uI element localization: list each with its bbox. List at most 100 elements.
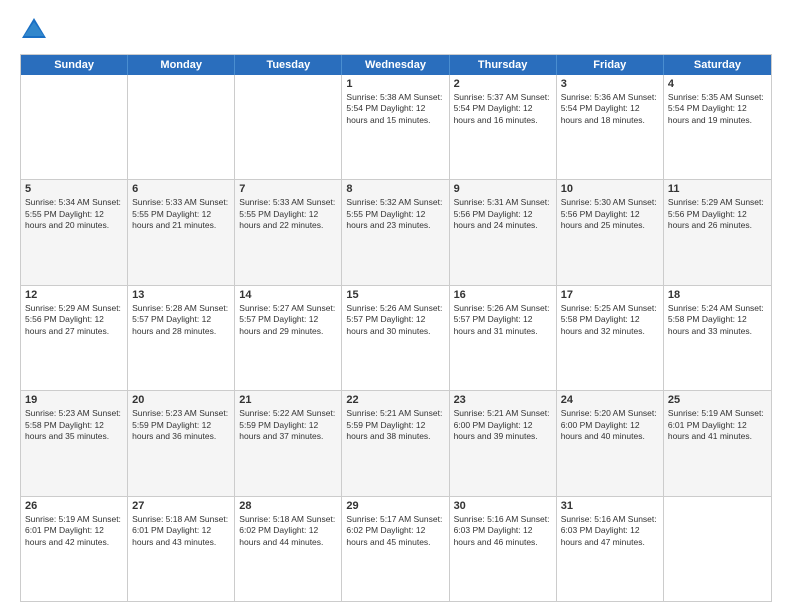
calendar-cell: 10 Sunrise: 5:30 AM Sunset: 5:56 PM Dayli… bbox=[557, 180, 664, 284]
cell-info: Sunrise: 5:20 AM Sunset: 6:00 PM Dayligh… bbox=[561, 408, 659, 442]
cell-info: Sunrise: 5:21 AM Sunset: 5:59 PM Dayligh… bbox=[346, 408, 444, 442]
day-number: 31 bbox=[561, 500, 659, 512]
calendar-cell: 31 Sunrise: 5:16 AM Sunset: 6:03 PM Dayli… bbox=[557, 497, 664, 601]
day-number: 12 bbox=[25, 289, 123, 301]
day-number: 8 bbox=[346, 183, 444, 195]
cell-info: Sunrise: 5:17 AM Sunset: 6:02 PM Dayligh… bbox=[346, 514, 444, 548]
day-number: 5 bbox=[25, 183, 123, 195]
cell-info: Sunrise: 5:18 AM Sunset: 6:02 PM Dayligh… bbox=[239, 514, 337, 548]
day-number: 24 bbox=[561, 394, 659, 406]
calendar-cell: 19 Sunrise: 5:23 AM Sunset: 5:58 PM Dayli… bbox=[21, 391, 128, 495]
cell-info: Sunrise: 5:19 AM Sunset: 6:01 PM Dayligh… bbox=[668, 408, 767, 442]
calendar-cell: 24 Sunrise: 5:20 AM Sunset: 6:00 PM Dayli… bbox=[557, 391, 664, 495]
day-number: 21 bbox=[239, 394, 337, 406]
cell-info: Sunrise: 5:16 AM Sunset: 6:03 PM Dayligh… bbox=[454, 514, 552, 548]
cell-info: Sunrise: 5:29 AM Sunset: 5:56 PM Dayligh… bbox=[668, 197, 767, 231]
calendar-cell: 5 Sunrise: 5:34 AM Sunset: 5:55 PM Daylig… bbox=[21, 180, 128, 284]
header-day-saturday: Saturday bbox=[664, 55, 771, 75]
logo bbox=[20, 16, 52, 44]
cell-info: Sunrise: 5:36 AM Sunset: 5:54 PM Dayligh… bbox=[561, 92, 659, 126]
calendar-cell: 1 Sunrise: 5:38 AM Sunset: 5:54 PM Daylig… bbox=[342, 75, 449, 179]
header-day-monday: Monday bbox=[128, 55, 235, 75]
cell-info: Sunrise: 5:28 AM Sunset: 5:57 PM Dayligh… bbox=[132, 303, 230, 337]
day-number: 10 bbox=[561, 183, 659, 195]
header-day-friday: Friday bbox=[557, 55, 664, 75]
calendar-cell: 2 Sunrise: 5:37 AM Sunset: 5:54 PM Daylig… bbox=[450, 75, 557, 179]
header bbox=[20, 16, 772, 44]
day-number: 29 bbox=[346, 500, 444, 512]
cell-info: Sunrise: 5:24 AM Sunset: 5:58 PM Dayligh… bbox=[668, 303, 767, 337]
calendar-row-4: 26Sunrise: 5:19 AM Sunset: 6:01 PM Dayli… bbox=[21, 497, 771, 601]
day-number: 6 bbox=[132, 183, 230, 195]
calendar-row-3: 19 Sunrise: 5:23 AM Sunset: 5:58 PM Dayli… bbox=[21, 391, 771, 496]
calendar-cell: 23 Sunrise: 5:21 AM Sunset: 6:00 PM Dayli… bbox=[450, 391, 557, 495]
calendar-cell: 22Sunrise: 5:21 AM Sunset: 5:59 PM Dayli… bbox=[342, 391, 449, 495]
header-day-thursday: Thursday bbox=[450, 55, 557, 75]
cell-info: Sunrise: 5:18 AM Sunset: 6:01 PM Dayligh… bbox=[132, 514, 230, 548]
calendar-cell bbox=[235, 75, 342, 179]
calendar-cell: 7 Sunrise: 5:33 AM Sunset: 5:55 PM Daylig… bbox=[235, 180, 342, 284]
calendar-cell: 28Sunrise: 5:18 AM Sunset: 6:02 PM Dayli… bbox=[235, 497, 342, 601]
day-number: 9 bbox=[454, 183, 552, 195]
day-number: 23 bbox=[454, 394, 552, 406]
day-number: 17 bbox=[561, 289, 659, 301]
header-day-sunday: Sunday bbox=[21, 55, 128, 75]
cell-info: Sunrise: 5:25 AM Sunset: 5:58 PM Dayligh… bbox=[561, 303, 659, 337]
calendar-cell: 11 Sunrise: 5:29 AM Sunset: 5:56 PM Dayli… bbox=[664, 180, 771, 284]
cell-info: Sunrise: 5:35 AM Sunset: 5:54 PM Dayligh… bbox=[668, 92, 767, 126]
calendar-row-1: 5 Sunrise: 5:34 AM Sunset: 5:55 PM Daylig… bbox=[21, 180, 771, 285]
calendar-body: 1 Sunrise: 5:38 AM Sunset: 5:54 PM Daylig… bbox=[21, 75, 771, 601]
day-number: 3 bbox=[561, 78, 659, 90]
calendar-header: SundayMondayTuesdayWednesdayThursdayFrid… bbox=[21, 55, 771, 75]
header-day-tuesday: Tuesday bbox=[235, 55, 342, 75]
calendar-cell: 14Sunrise: 5:27 AM Sunset: 5:57 PM Dayli… bbox=[235, 286, 342, 390]
calendar-cell: 29 Sunrise: 5:17 AM Sunset: 6:02 PM Dayli… bbox=[342, 497, 449, 601]
cell-info: Sunrise: 5:32 AM Sunset: 5:55 PM Dayligh… bbox=[346, 197, 444, 231]
calendar-cell: 12 Sunrise: 5:29 AM Sunset: 5:56 PM Dayli… bbox=[21, 286, 128, 390]
day-number: 19 bbox=[25, 394, 123, 406]
cell-info: Sunrise: 5:26 AM Sunset: 5:57 PM Dayligh… bbox=[346, 303, 444, 337]
day-number: 30 bbox=[454, 500, 552, 512]
cell-info: Sunrise: 5:29 AM Sunset: 5:56 PM Dayligh… bbox=[25, 303, 123, 337]
cell-info: Sunrise: 5:37 AM Sunset: 5:54 PM Dayligh… bbox=[454, 92, 552, 126]
calendar-cell: 30 Sunrise: 5:16 AM Sunset: 6:03 PM Dayli… bbox=[450, 497, 557, 601]
calendar-cell: 18Sunrise: 5:24 AM Sunset: 5:58 PM Dayli… bbox=[664, 286, 771, 390]
cell-info: Sunrise: 5:33 AM Sunset: 5:55 PM Dayligh… bbox=[132, 197, 230, 231]
calendar-cell: 3 Sunrise: 5:36 AM Sunset: 5:54 PM Daylig… bbox=[557, 75, 664, 179]
cell-info: Sunrise: 5:34 AM Sunset: 5:55 PM Dayligh… bbox=[25, 197, 123, 231]
calendar-cell: 4 Sunrise: 5:35 AM Sunset: 5:54 PM Daylig… bbox=[664, 75, 771, 179]
day-number: 26 bbox=[25, 500, 123, 512]
day-number: 1 bbox=[346, 78, 444, 90]
day-number: 15 bbox=[346, 289, 444, 301]
day-number: 11 bbox=[668, 183, 767, 195]
calendar-cell: 21 Sunrise: 5:22 AM Sunset: 5:59 PM Dayli… bbox=[235, 391, 342, 495]
cell-info: Sunrise: 5:30 AM Sunset: 5:56 PM Dayligh… bbox=[561, 197, 659, 231]
cell-info: Sunrise: 5:26 AM Sunset: 5:57 PM Dayligh… bbox=[454, 303, 552, 337]
calendar: SundayMondayTuesdayWednesdayThursdayFrid… bbox=[20, 54, 772, 602]
cell-info: Sunrise: 5:22 AM Sunset: 5:59 PM Dayligh… bbox=[239, 408, 337, 442]
day-number: 2 bbox=[454, 78, 552, 90]
calendar-cell: 20Sunrise: 5:23 AM Sunset: 5:59 PM Dayli… bbox=[128, 391, 235, 495]
calendar-cell: 27 Sunrise: 5:18 AM Sunset: 6:01 PM Dayli… bbox=[128, 497, 235, 601]
calendar-cell: 13 Sunrise: 5:28 AM Sunset: 5:57 PM Dayli… bbox=[128, 286, 235, 390]
cell-info: Sunrise: 5:33 AM Sunset: 5:55 PM Dayligh… bbox=[239, 197, 337, 231]
day-number: 16 bbox=[454, 289, 552, 301]
day-number: 7 bbox=[239, 183, 337, 195]
cell-info: Sunrise: 5:23 AM Sunset: 5:58 PM Dayligh… bbox=[25, 408, 123, 442]
day-number: 13 bbox=[132, 289, 230, 301]
day-number: 14 bbox=[239, 289, 337, 301]
calendar-cell: 15 Sunrise: 5:26 AM Sunset: 5:57 PM Dayli… bbox=[342, 286, 449, 390]
calendar-cell: 6 Sunrise: 5:33 AM Sunset: 5:55 PM Daylig… bbox=[128, 180, 235, 284]
day-number: 4 bbox=[668, 78, 767, 90]
day-number: 27 bbox=[132, 500, 230, 512]
header-day-wednesday: Wednesday bbox=[342, 55, 449, 75]
cell-info: Sunrise: 5:16 AM Sunset: 6:03 PM Dayligh… bbox=[561, 514, 659, 548]
calendar-row-2: 12 Sunrise: 5:29 AM Sunset: 5:56 PM Dayli… bbox=[21, 286, 771, 391]
day-number: 20 bbox=[132, 394, 230, 406]
page: SundayMondayTuesdayWednesdayThursdayFrid… bbox=[0, 0, 792, 612]
calendar-cell: 8 Sunrise: 5:32 AM Sunset: 5:55 PM Daylig… bbox=[342, 180, 449, 284]
cell-info: Sunrise: 5:38 AM Sunset: 5:54 PM Dayligh… bbox=[346, 92, 444, 126]
cell-info: Sunrise: 5:21 AM Sunset: 6:00 PM Dayligh… bbox=[454, 408, 552, 442]
calendar-cell: 9 Sunrise: 5:31 AM Sunset: 5:56 PM Daylig… bbox=[450, 180, 557, 284]
cell-info: Sunrise: 5:31 AM Sunset: 5:56 PM Dayligh… bbox=[454, 197, 552, 231]
